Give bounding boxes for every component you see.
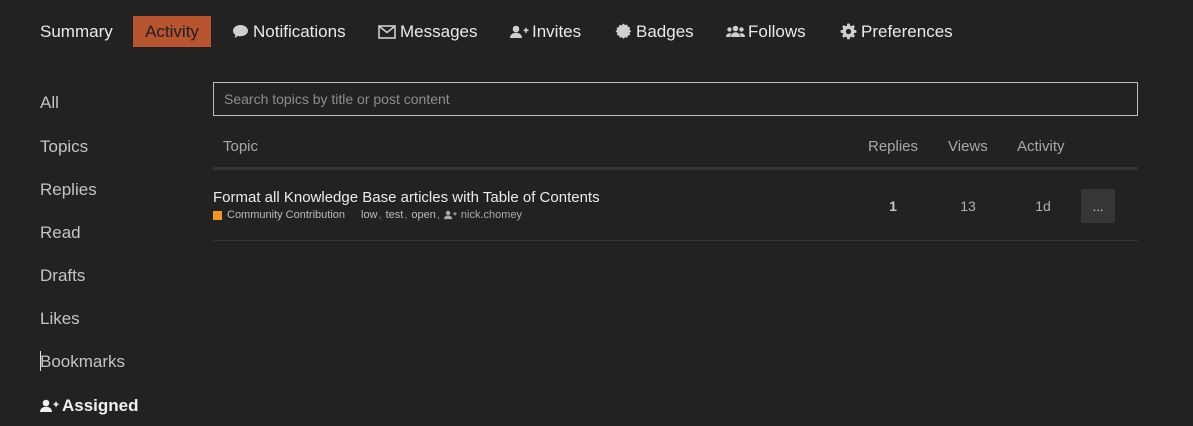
- topic-meta: Community Contribution low, test, open, …: [213, 209, 522, 221]
- sidebar-item-assigned[interactable]: Assigned: [40, 396, 139, 416]
- nav-messages[interactable]: Messages: [365, 16, 489, 47]
- sidebar-item-label: Read: [40, 223, 81, 242]
- nav-notifications[interactable]: Notifications: [218, 16, 358, 47]
- nav-badges-label: Badges: [636, 21, 694, 41]
- nav-notifications-label: Notifications: [253, 21, 346, 41]
- sidebar-item-topics[interactable]: Topics: [40, 137, 88, 157]
- category-swatch: [213, 210, 222, 220]
- nav-follows[interactable]: Follows: [713, 16, 818, 47]
- tag-separator: ,: [404, 209, 408, 221]
- column-topic: Topic: [223, 138, 259, 155]
- tag-separator: ,: [436, 209, 440, 221]
- topic-title-link[interactable]: Format all Knowledge Base articles with …: [213, 189, 600, 206]
- certificate-icon: [613, 23, 633, 40]
- sidebar-item-replies[interactable]: Replies: [40, 180, 97, 200]
- nav-messages-label: Messages: [400, 21, 478, 41]
- envelope-icon: [377, 24, 397, 40]
- user-plus-icon: [509, 24, 529, 40]
- column-activity[interactable]: Activity: [1017, 138, 1065, 155]
- category-link[interactable]: Community Contribution: [227, 209, 345, 221]
- text-cursor: [40, 351, 41, 371]
- nav-preferences-label: Preferences: [861, 21, 953, 41]
- user-plus-icon: [40, 398, 60, 414]
- sidebar-item-label: All: [40, 93, 59, 112]
- assignee-link[interactable]: nick.chomey: [443, 209, 523, 221]
- activity-age[interactable]: 1d: [1018, 198, 1068, 214]
- users-icon: [725, 24, 745, 40]
- user-plus-icon: [443, 210, 458, 220]
- sidebar-item-label: Drafts: [40, 266, 86, 285]
- sidebar-item-read[interactable]: Read: [40, 223, 81, 243]
- topic-list-header: Topic Replies Views Activity: [213, 128, 1138, 170]
- nav-activity[interactable]: Activity: [133, 16, 211, 47]
- views-count: 13: [960, 198, 976, 214]
- sidebar-item-drafts[interactable]: Drafts: [40, 266, 85, 286]
- assignee-name: nick.chomey: [460, 209, 523, 221]
- nav-activity-label: Activity: [145, 21, 199, 41]
- sidebar-item-all[interactable]: All: [40, 93, 59, 113]
- tag-low[interactable]: low: [361, 209, 378, 221]
- tag-test[interactable]: test: [386, 209, 404, 221]
- sidebar-item-label: Replies: [40, 180, 97, 199]
- nav-invites[interactable]: Invites: [497, 16, 593, 47]
- topic-actions-button[interactable]: ...: [1081, 189, 1115, 223]
- nav-summary[interactable]: Summary: [28, 16, 125, 47]
- replies-count: 1: [889, 198, 897, 214]
- gear-icon: [838, 23, 858, 40]
- search-input[interactable]: [213, 82, 1138, 116]
- sidebar-item-likes[interactable]: Likes: [40, 309, 80, 329]
- nav-preferences[interactable]: Preferences: [826, 16, 965, 47]
- nav-summary-label: Summary: [40, 21, 113, 41]
- sidebar-item-label: Topics: [40, 137, 89, 156]
- nav-badges[interactable]: Badges: [601, 16, 706, 47]
- column-replies[interactable]: Replies: [868, 138, 918, 155]
- tag-open[interactable]: open: [411, 209, 435, 221]
- tag-separator: ,: [378, 209, 382, 221]
- column-views[interactable]: Views: [948, 138, 988, 155]
- table-row: Format all Knowledge Base articles with …: [213, 172, 1138, 241]
- sidebar-item-label: Likes: [40, 309, 80, 328]
- sidebar-item-label: Assigned: [62, 396, 139, 415]
- nav-invites-label: Invites: [532, 21, 582, 41]
- comment-icon: [230, 24, 250, 40]
- sidebar-item-label: Bookmarks: [40, 352, 126, 371]
- nav-follows-label: Follows: [748, 21, 806, 41]
- sidebar-item-bookmarks[interactable]: Bookmarks: [40, 352, 125, 372]
